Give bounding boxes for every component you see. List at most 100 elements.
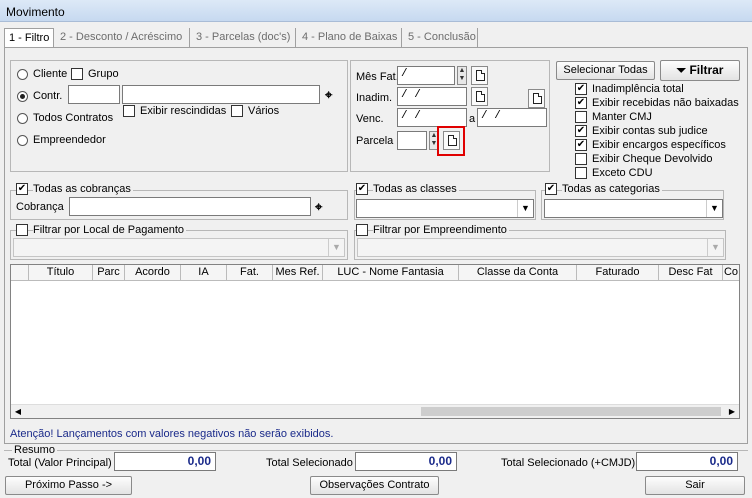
checkbox-filtrar-local[interactable] <box>16 224 28 236</box>
option-checkbox[interactable] <box>575 153 587 165</box>
tab-label: 4 - Plano de Baixas <box>302 31 398 43</box>
tab-desconto[interactable]: 2 - Desconto / Acréscimo <box>56 28 190 48</box>
binoculars-icon[interactable]: ⌖ <box>325 88 332 101</box>
contract-code-input[interactable] <box>68 85 120 104</box>
sair-button[interactable]: Sair <box>645 476 745 495</box>
chevron-down-icon: ▼ <box>707 239 723 256</box>
option-label: Inadimplência total <box>592 83 684 95</box>
total-selecionado-value: 0,00 <box>355 452 457 471</box>
option-item[interactable]: ✔ Exibir contas sub judice <box>575 125 750 139</box>
tab-conclusao[interactable]: 5 - Conclusão <box>404 28 478 48</box>
radio-cliente[interactable] <box>17 69 28 80</box>
binoculars-icon[interactable]: ⌖ <box>315 200 322 213</box>
selecionar-todas-label: Selecionar Todas <box>563 64 648 76</box>
option-item[interactable]: Exceto CDU <box>575 167 750 181</box>
proximo-passo-button[interactable]: Próximo Passo -> <box>5 476 132 495</box>
party-group: Cliente Grupo Contr. ⌖ Todos Contratos E… <box>10 60 348 172</box>
col-parc[interactable]: Parc <box>93 265 125 281</box>
col-co[interactable]: Co <box>723 265 739 281</box>
local-pagamento-combo[interactable]: ▼ <box>13 238 345 257</box>
total-selecionado-label: Total Selecionado <box>266 457 353 469</box>
col-classe-conta[interactable]: Classe da Conta <box>459 265 577 281</box>
checkbox-filtrar-empreendimento[interactable] <box>356 224 368 236</box>
chevron-down-icon: ▼ <box>328 239 344 256</box>
inadim-doc-button[interactable] <box>471 87 488 106</box>
checkbox-todas-categorias[interactable]: ✔ <box>545 183 557 195</box>
venc-to-input[interactable]: / / <box>477 108 547 127</box>
observacoes-contrato-button[interactable]: Observações Contrato <box>310 476 439 495</box>
radio-todos-contratos[interactable] <box>17 113 28 124</box>
inadim-input[interactable]: / / <box>397 87 467 106</box>
total-principal-label: Total (Valor Principal) <box>8 457 112 469</box>
sair-label: Sair <box>685 479 705 491</box>
option-checkbox[interactable]: ✔ <box>575 83 587 95</box>
total-selecionado-cmjd-label: Total Selecionado (+CMJD) <box>501 457 636 469</box>
checkbox-grupo[interactable] <box>71 68 83 80</box>
col-acordo[interactable]: Acordo <box>125 265 181 281</box>
option-checkbox[interactable] <box>575 111 587 123</box>
classes-combo[interactable]: ▼ <box>356 199 534 218</box>
contract-name-input[interactable] <box>122 85 320 104</box>
summary-title: Resumo <box>12 444 57 456</box>
tab-label: 5 - Conclusão <box>408 31 476 43</box>
cobranca-input[interactable] <box>69 197 311 216</box>
option-item[interactable]: Manter CMJ <box>575 111 750 125</box>
col-faturado[interactable]: Faturado <box>577 265 659 281</box>
parcela-input[interactable] <box>397 131 427 150</box>
tab-parcelas[interactable]: 3 - Parcelas (doc's) <box>192 28 296 48</box>
total-selecionado-cmjd-value: 0,00 <box>636 452 738 471</box>
filtrar-button[interactable]: ⏷ Filtrar <box>660 60 740 81</box>
extra-doc-button[interactable] <box>528 89 545 108</box>
checkbox-exibir-rescindidas[interactable] <box>123 105 135 117</box>
mes-fat-spin[interactable]: ▲ ▼ <box>457 66 467 85</box>
negative-values-warning: Atenção! Lançamentos com valores negativ… <box>10 428 334 440</box>
option-label: Exceto CDU <box>592 167 653 179</box>
option-checkbox[interactable] <box>575 167 587 179</box>
tab-plano-baixas[interactable]: 4 - Plano de Baixas <box>298 28 402 48</box>
mes-fat-doc-button[interactable] <box>471 66 488 85</box>
filtrar-local-label: Filtrar por Local de Pagamento <box>33 224 187 236</box>
mes-fat-label: Mês Fat. <box>356 71 399 83</box>
checkbox-grupo-label: Grupo <box>88 68 119 80</box>
venc-from-input[interactable]: / / <box>397 108 467 127</box>
checkbox-todas-cobrancas[interactable]: ✔ <box>16 183 28 195</box>
option-label: Exibir contas sub judice <box>592 125 708 137</box>
option-checkbox[interactable]: ✔ <box>575 125 587 137</box>
col-mes-ref[interactable]: Mes Ref. <box>273 265 323 281</box>
col-luc-nome[interactable]: LUC - Nome Fantasia <box>323 265 459 281</box>
col-ia[interactable]: IA <box>181 265 227 281</box>
option-checkbox[interactable]: ✔ <box>575 139 587 151</box>
funnel-icon: ⏷ <box>676 63 690 77</box>
total-principal-value: 0,00 <box>114 452 216 471</box>
scroll-right-icon[interactable]: ▶ <box>725 405 739 418</box>
col-desc-fat[interactable]: Desc Fat <box>659 265 723 281</box>
radio-empreendedor[interactable] <box>17 135 28 146</box>
parcela-doc-button[interactable] <box>443 131 460 150</box>
selecionar-todas-button[interactable]: Selecionar Todas <box>556 61 655 80</box>
scroll-left-icon[interactable]: ◀ <box>11 405 25 418</box>
col-fat[interactable]: Fat. <box>227 265 273 281</box>
categorias-combo[interactable]: ▼ <box>544 199 723 218</box>
tab-label: 1 - Filtro <box>9 32 50 44</box>
grid-hscrollbar[interactable]: ◀ ▶ <box>11 404 739 418</box>
option-item[interactable]: ✔ Inadimplência total <box>575 83 750 97</box>
checkbox-varios[interactable] <box>231 105 243 117</box>
tab-filtro[interactable]: 1 - Filtro <box>4 28 54 48</box>
radio-todos-contratos-label: Todos Contratos <box>33 112 114 124</box>
option-item[interactable]: Exibir Cheque Devolvido <box>575 153 750 167</box>
option-item[interactable]: ✔ Exibir encargos específicos <box>575 139 750 153</box>
empreendimento-combo[interactable]: ▼ <box>357 238 724 257</box>
dates-group: Mês Fat. / ▲ ▼ Inadim. / / Venc. / / a / … <box>350 60 550 172</box>
checkbox-todas-classes[interactable]: ✔ <box>356 183 368 195</box>
option-label: Exibir encargos específicos <box>592 139 726 151</box>
mes-fat-input[interactable]: / <box>397 66 455 85</box>
option-checkbox[interactable]: ✔ <box>575 97 587 109</box>
grid-indicator-header <box>11 265 29 281</box>
radio-contr[interactable] <box>17 91 28 102</box>
observacoes-contrato-label: Observações Contrato <box>319 479 430 491</box>
grid-hscroll-thumb[interactable] <box>421 407 721 416</box>
window-titlebar: Movimento <box>0 0 752 22</box>
option-item[interactable]: ✔ Exibir recebidas não baixadas <box>575 97 750 111</box>
movimento-grid[interactable]: Título Parc Acordo IA Fat. Mes Ref. LUC … <box>10 264 740 419</box>
col-titulo[interactable]: Título <box>29 265 93 281</box>
